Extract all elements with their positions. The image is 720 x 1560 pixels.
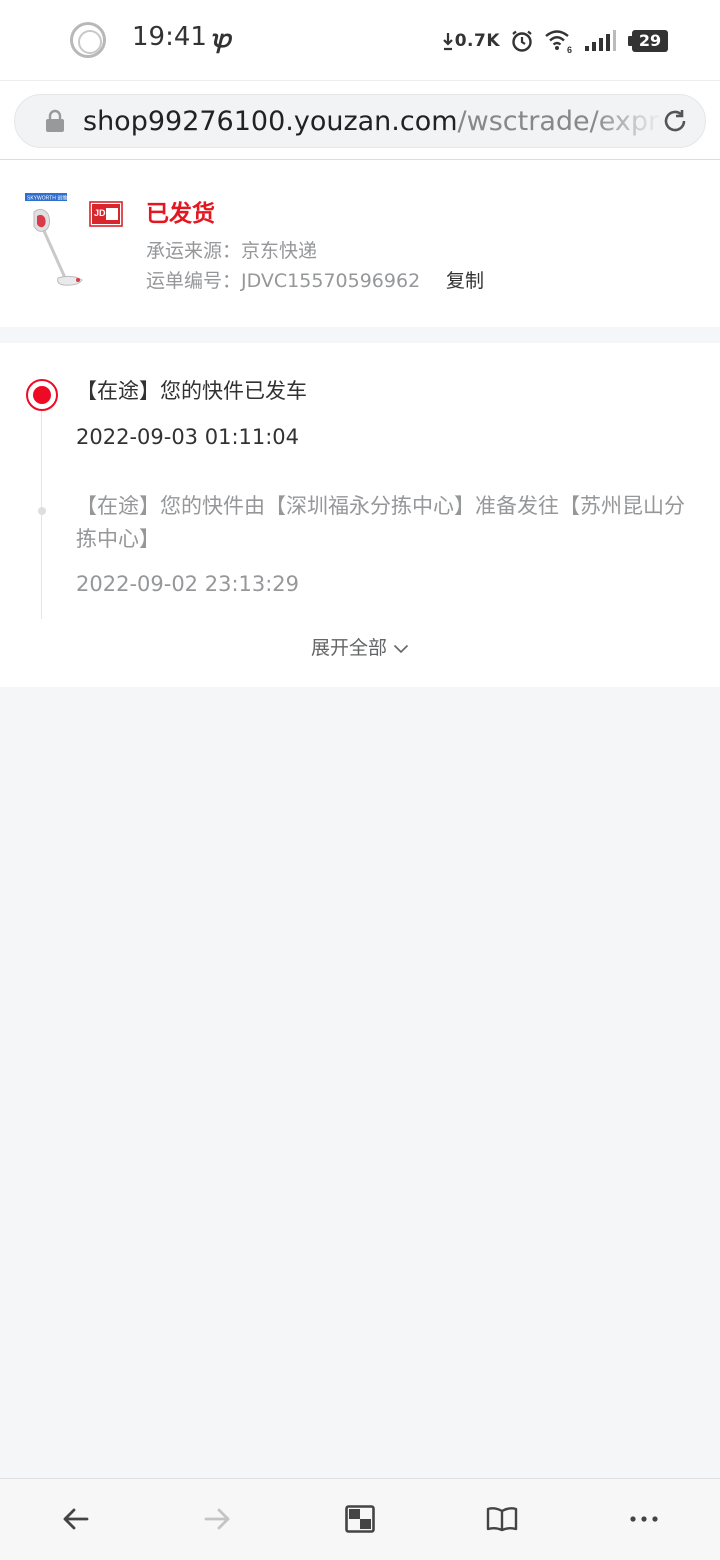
thumb-jd-text: JD — [94, 208, 106, 218]
back-button[interactable] — [57, 1501, 93, 1537]
url-path: /wsctrade/express — [457, 106, 663, 137]
book-open-icon — [486, 1507, 518, 1532]
url-text[interactable]: shop99276100.youzan.com/wsctrade/express — [83, 106, 663, 138]
wifi-icon: 6 — [544, 28, 574, 54]
arrow-left-icon — [63, 1508, 89, 1530]
thumb-brand-text: SKYWORTH 创维 — [27, 194, 67, 201]
battery-icon: 29 — [628, 30, 668, 52]
tracking-event-time: 2022-09-03 01:11:04 — [76, 425, 300, 449]
carrier-row: 承运来源：京东快递 — [146, 236, 317, 263]
browser-bottom-nav — [0, 1478, 720, 1560]
product-thumbnail[interactable]: SKYWORTH 创维 JD — [24, 192, 124, 292]
shipment-card: SKYWORTH 创维 JD 已发货 承运来源：京东快递 运单编号：JDVC15… — [0, 160, 720, 327]
timeline-active-dot-icon — [26, 379, 58, 411]
tabs-button[interactable] — [342, 1501, 378, 1537]
arrow-right-icon — [204, 1508, 230, 1530]
expand-all-label: 展开全部 — [310, 637, 387, 659]
expand-all-button[interactable]: 展开全部 — [0, 633, 720, 660]
tracking-row: 运单编号：JDVC15570596962 — [146, 266, 420, 293]
lock-icon — [46, 109, 64, 132]
forward-button[interactable] — [200, 1501, 236, 1537]
tracking-number: JDVC15570596962 — [241, 270, 421, 292]
signal-bars-icon — [584, 30, 616, 52]
status-bar: 19:41 ꝕ 0.7K 6 29 — [0, 0, 720, 80]
url-host: shop99276100.youzan.com — [83, 106, 458, 137]
copy-button[interactable]: 复制 — [446, 266, 484, 293]
chevron-down-icon — [393, 644, 409, 653]
tracking-timeline: 【在途】您的快件已发车 2022-09-03 01:11:04 【在途】您的快件… — [0, 343, 720, 687]
tabs-icon — [345, 1505, 375, 1533]
tracking-event-text: 【在途】您的快件已发车 — [76, 379, 307, 403]
download-arrow-icon — [442, 31, 453, 51]
shipment-status: 已发货 — [146, 201, 215, 227]
tracking-event-text: 【在途】您的快件由【深圳福永分拣中心】准备发往【苏州昆山分拣中心】 — [76, 494, 685, 551]
alarm-clock-icon — [510, 29, 534, 53]
carrier-label: 承运来源： — [146, 240, 242, 262]
svg-text:6: 6 — [567, 45, 572, 54]
tracking-event-time: 2022-09-02 23:13:29 — [76, 572, 300, 596]
tracking-label: 运单编号： — [146, 270, 242, 292]
bookmarks-button[interactable] — [484, 1501, 520, 1537]
more-dots-icon — [630, 1516, 658, 1522]
address-bar[interactable]: shop99276100.youzan.com/wsctrade/express — [14, 94, 706, 148]
status-time: 19:41 — [132, 22, 207, 52]
status-indicators: 0.7K 6 29 — [442, 26, 668, 56]
record-circle-icon — [70, 22, 106, 58]
reload-icon[interactable] — [661, 107, 689, 135]
timeline-dot-icon — [38, 507, 46, 515]
net-speed: 0.7K — [454, 31, 500, 51]
carrier-icon: ꝕ — [210, 25, 231, 53]
carrier-name: 京东快递 — [241, 240, 318, 262]
browser-toolbar: shop99276100.youzan.com/wsctrade/express — [0, 80, 720, 160]
more-menu-button[interactable] — [626, 1501, 662, 1537]
